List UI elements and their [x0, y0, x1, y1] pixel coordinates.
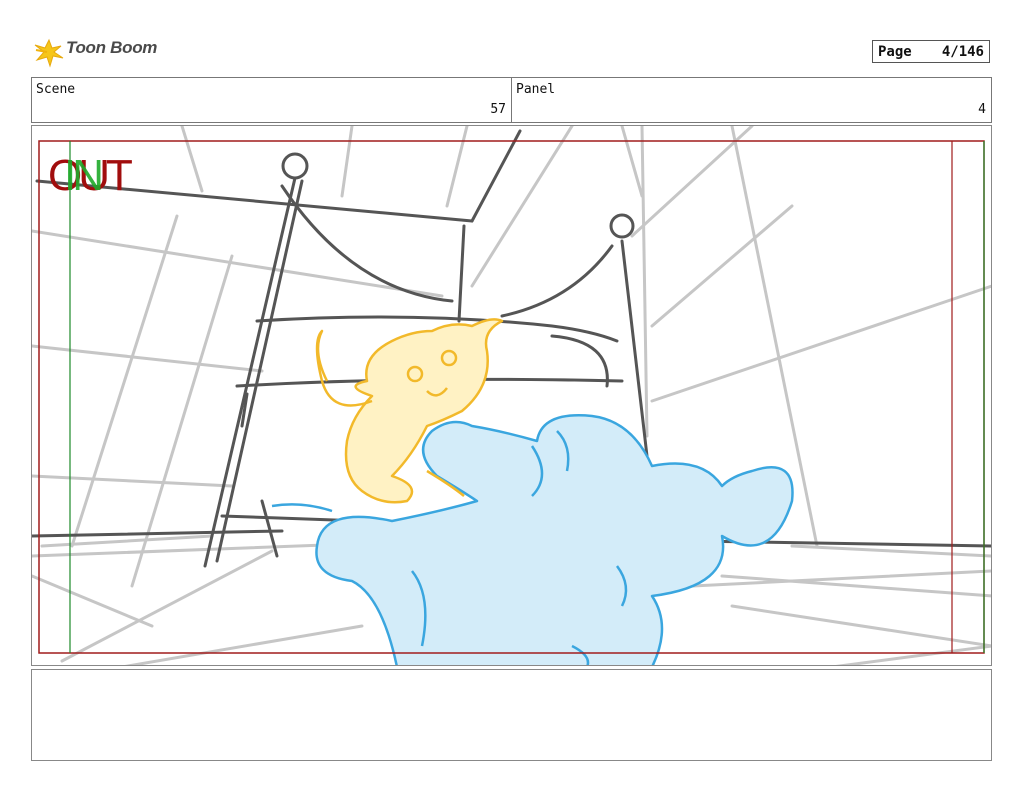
- panel-label: Panel: [516, 82, 556, 97]
- scene-cell: Scene 57: [32, 78, 511, 122]
- panel-sketch: [32, 126, 991, 665]
- panel-cell: Panel 4: [511, 78, 991, 122]
- star-burst-icon: [34, 38, 64, 68]
- page-label: Page: [878, 43, 912, 60]
- panel-value: 4: [978, 102, 986, 117]
- scene-value: 57: [490, 102, 506, 117]
- logo-text: Toon Boom: [66, 38, 158, 57]
- transition-in-label: IN: [64, 151, 104, 200]
- panel-caption-box[interactable]: [31, 669, 992, 761]
- storyboard-panel: OUT IN: [31, 125, 992, 666]
- toon-boom-logo: Toon Boom: [33, 36, 163, 70]
- scene-panel-info: Scene 57 Panel 4: [31, 77, 992, 123]
- scene-label: Scene: [36, 82, 76, 97]
- page-counter: Page 4/146: [872, 40, 990, 63]
- page-value: 4/146: [941, 43, 984, 60]
